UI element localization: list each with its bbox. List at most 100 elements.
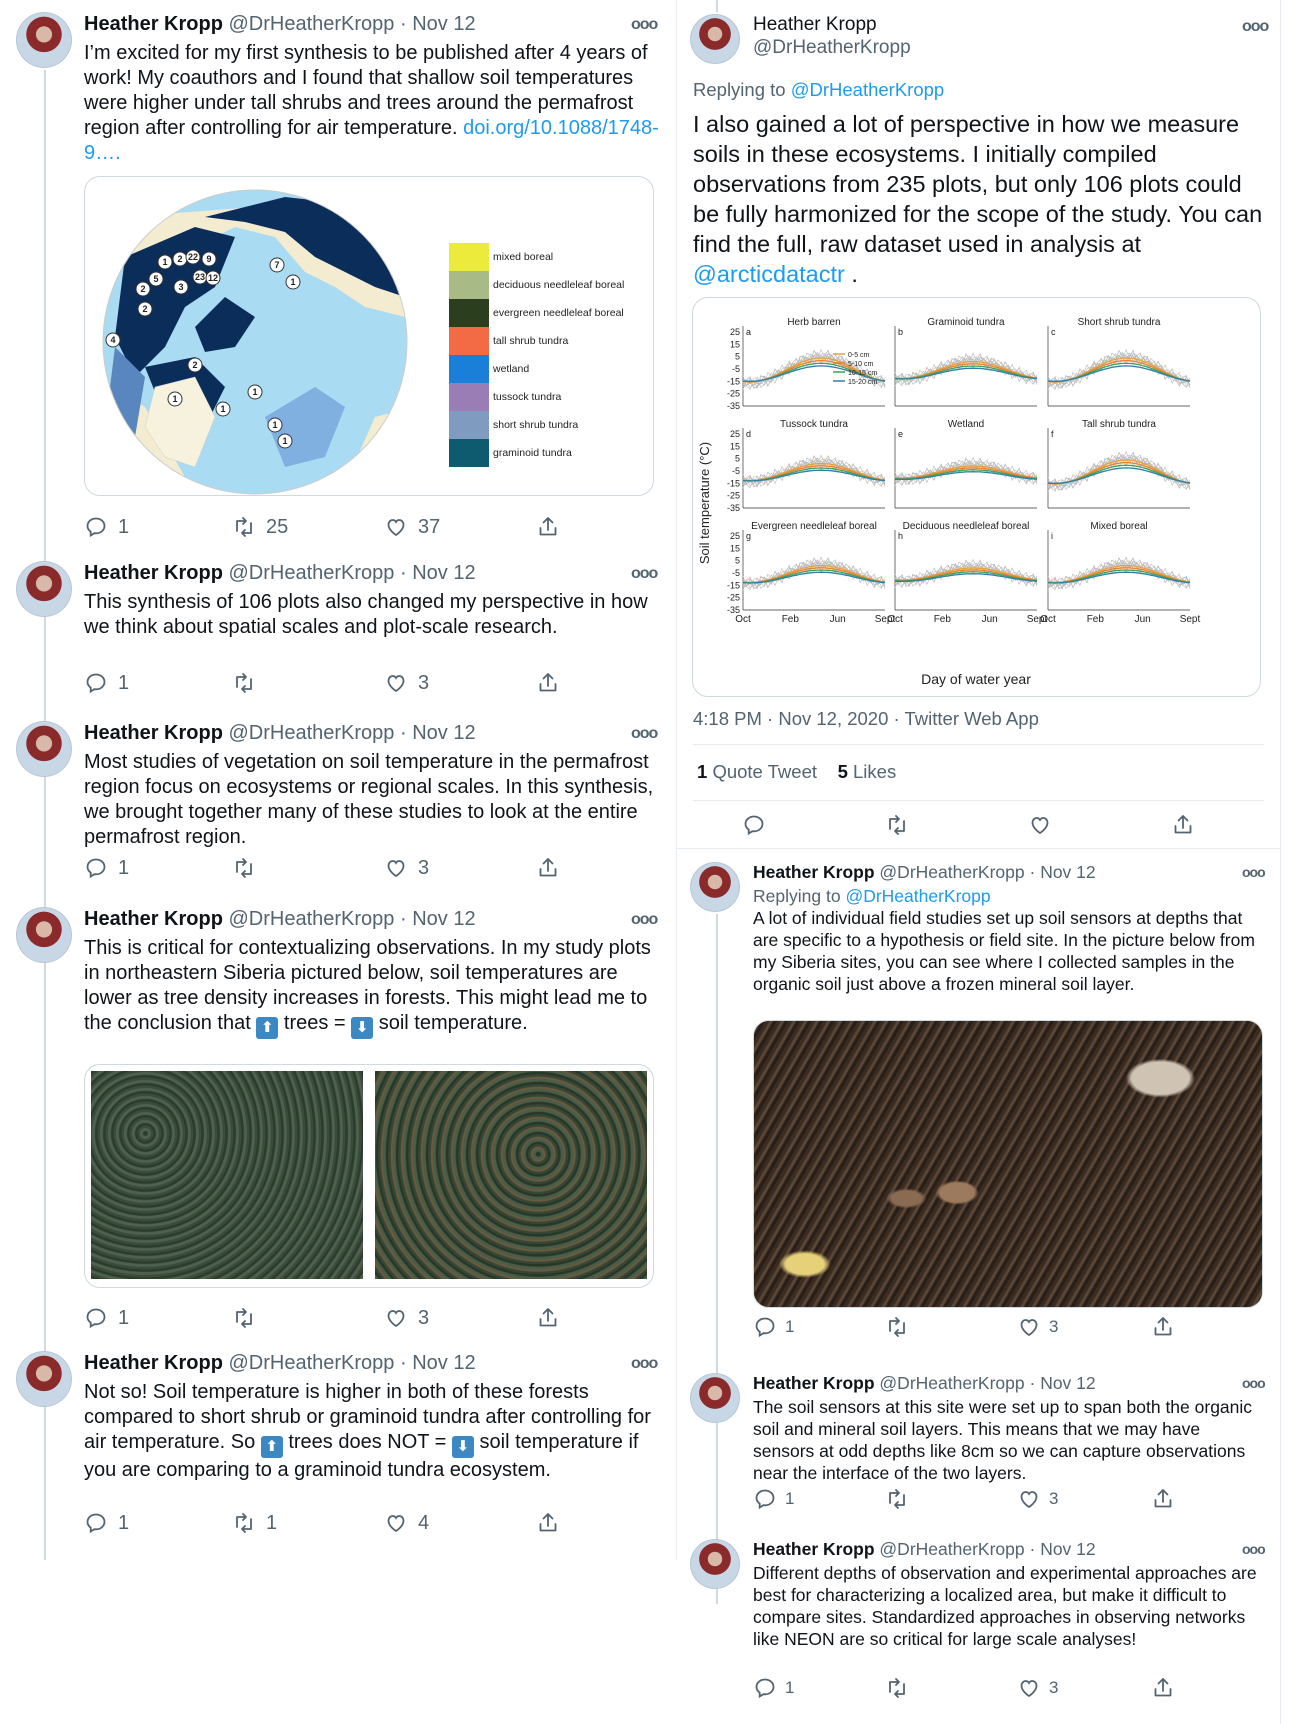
forest-photos-card[interactable] — [84, 1064, 654, 1288]
reply-button[interactable]: 1 — [84, 856, 129, 880]
reply-tweet-2[interactable]: Heather Kropp @DrHeatherKropp · Nov 12 o… — [677, 1367, 1280, 1527]
tweet-date[interactable]: Nov 12 — [1040, 1373, 1095, 1393]
share-button[interactable] — [1171, 813, 1195, 837]
more-options-icon[interactable]: ooo — [631, 1355, 658, 1373]
avatar[interactable] — [16, 1351, 72, 1407]
like-button[interactable]: 3 — [384, 1306, 429, 1330]
author-handle[interactable]: @DrHeatherKropp — [228, 562, 394, 584]
author-name[interactable]: Heather Kropp — [84, 1352, 223, 1374]
reply-button[interactable]: 1 — [84, 1306, 129, 1330]
arcticdatactr-link[interactable]: @arcticdatactr — [693, 261, 845, 287]
retweet-button[interactable] — [232, 1306, 266, 1330]
like-button[interactable] — [1028, 813, 1052, 837]
author-name[interactable]: Heather Kropp — [84, 562, 223, 584]
share-button[interactable] — [1151, 1487, 1175, 1511]
more-options-icon[interactable]: ooo — [1242, 864, 1266, 880]
more-options-icon[interactable]: ooo — [1242, 1375, 1266, 1391]
reply-button[interactable]: 1 — [753, 1487, 794, 1511]
like-button[interactable]: 3 — [1017, 1487, 1058, 1511]
avatar[interactable] — [16, 12, 72, 68]
quote-label[interactable]: Quote Tweet — [712, 761, 817, 782]
like-button[interactable]: 3 — [1017, 1676, 1058, 1700]
tweet-5[interactable]: Heather Kropp @DrHeatherKropp · Nov 12 o… — [0, 1345, 676, 1560]
replying-to-link[interactable]: @DrHeatherKropp — [791, 79, 944, 100]
tweet-2[interactable]: Heather Kropp @DrHeatherKropp · Nov 12 o… — [0, 555, 676, 715]
soil-profile-photo[interactable] — [754, 1021, 1262, 1307]
reply-button[interactable]: 1 — [753, 1315, 794, 1339]
reply-button[interactable]: 1 — [84, 671, 129, 695]
reply-button[interactable]: 1 — [84, 515, 129, 539]
reply-tweet-3[interactable]: Heather Kropp @DrHeatherKropp · Nov 12 o… — [677, 1533, 1280, 1718]
retweet-button[interactable] — [885, 813, 909, 837]
soil-photo-card[interactable] — [753, 1020, 1263, 1308]
like-button[interactable]: 3 — [384, 671, 429, 695]
author-handle[interactable]: @DrHeatherKropp — [228, 13, 394, 35]
tweet-date[interactable]: Nov 12 — [1040, 1539, 1095, 1559]
forest-photo-2[interactable] — [375, 1071, 647, 1279]
tweet-date[interactable]: Nov 12 — [412, 1352, 475, 1374]
author-handle[interactable]: @DrHeatherKropp — [228, 908, 394, 930]
author-name[interactable]: Heather Kropp — [84, 13, 223, 35]
author-name[interactable]: Heather Kropp — [753, 1539, 875, 1559]
share-button[interactable] — [1151, 1676, 1175, 1700]
share-button[interactable] — [536, 515, 560, 539]
tweet-date[interactable]: Nov 12 — [412, 13, 475, 35]
author-handle[interactable]: @DrHeatherKropp — [228, 1352, 394, 1374]
more-options-icon[interactable]: ooo — [1242, 1541, 1266, 1557]
tweet-date[interactable]: Nov 12 — [412, 908, 475, 930]
author-handle[interactable]: @DrHeatherKropp — [879, 1539, 1024, 1559]
reply-button[interactable]: 1 — [753, 1676, 794, 1700]
forest-photo-1[interactable] — [91, 1071, 363, 1279]
more-options-icon[interactable]: ooo — [1242, 18, 1269, 36]
replying-to-link[interactable]: @DrHeatherKropp — [845, 886, 990, 906]
tweet-date[interactable]: Nov 12 — [412, 562, 475, 584]
like-count[interactable]: 5 — [838, 761, 848, 782]
likes-label[interactable]: Likes — [853, 761, 896, 782]
author-name[interactable]: Heather Kropp — [753, 14, 877, 36]
retweet-button[interactable] — [885, 1676, 919, 1700]
more-options-icon[interactable]: ooo — [631, 725, 658, 743]
avatar[interactable] — [690, 1539, 740, 1589]
like-button[interactable]: 3 — [384, 856, 429, 880]
author-name[interactable]: Heather Kropp — [753, 1373, 875, 1393]
avatar[interactable] — [16, 721, 72, 777]
share-button[interactable] — [536, 856, 560, 880]
avatar[interactable] — [690, 14, 740, 64]
share-button[interactable] — [1151, 1315, 1175, 1339]
more-options-icon[interactable]: ooo — [631, 565, 658, 583]
author-handle[interactable]: @DrHeatherKropp — [228, 722, 394, 744]
soil-temperature-chart-card[interactable]: Soil temperature (°C) Day of water year He… — [692, 297, 1261, 697]
avatar[interactable] — [16, 561, 72, 617]
avatar[interactable] — [690, 862, 740, 912]
retweet-button[interactable] — [232, 671, 266, 695]
retweet-button[interactable] — [885, 1487, 919, 1511]
avatar[interactable] — [690, 1373, 740, 1423]
reply-button[interactable]: 1 — [84, 1511, 129, 1535]
tweet-timestamp[interactable]: 4:18 PM · Nov 12, 2020 · Twitter Web App — [693, 708, 1039, 730]
map-image-card[interactable]: 1 2 22 9 23 12 5 2 3 2 7 1 4 2 1 1 1 1 1… — [84, 176, 654, 496]
author-name[interactable]: Heather Kropp — [84, 722, 223, 744]
quote-count[interactable]: 1 — [697, 761, 707, 782]
like-button[interactable]: 3 — [1017, 1315, 1058, 1339]
author-name[interactable]: Heather Kropp — [84, 908, 223, 930]
tweet-date[interactable]: Nov 12 — [1040, 862, 1095, 882]
more-options-icon[interactable]: ooo — [631, 911, 658, 929]
more-options-icon[interactable]: ooo — [631, 16, 658, 34]
tweet-3[interactable]: Heather Kropp @DrHeatherKropp · Nov 12 o… — [0, 715, 676, 901]
reply-tweet-1[interactable]: Heather Kropp @DrHeatherKropp · Nov 12 o… — [677, 856, 1280, 1342]
retweet-button[interactable]: 1 — [232, 1511, 277, 1535]
tweet-4[interactable]: Heather Kropp @DrHeatherKropp · Nov 12 o… — [0, 901, 676, 1345]
tweet-1[interactable]: Heather Kropp @DrHeatherKropp · Nov 12 o… — [0, 0, 676, 555]
author-handle[interactable]: @DrHeatherKropp — [753, 37, 911, 59]
retweet-button[interactable]: 25 — [232, 515, 288, 539]
author-name[interactable]: Heather Kropp — [753, 862, 875, 882]
avatar[interactable] — [16, 907, 72, 963]
share-button[interactable] — [536, 671, 560, 695]
author-handle[interactable]: @DrHeatherKropp — [879, 1373, 1024, 1393]
like-button[interactable]: 37 — [384, 515, 440, 539]
retweet-button[interactable] — [232, 856, 266, 880]
share-button[interactable] — [536, 1306, 560, 1330]
retweet-button[interactable] — [885, 1315, 919, 1339]
reply-button[interactable] — [742, 813, 766, 837]
share-button[interactable] — [536, 1511, 560, 1535]
